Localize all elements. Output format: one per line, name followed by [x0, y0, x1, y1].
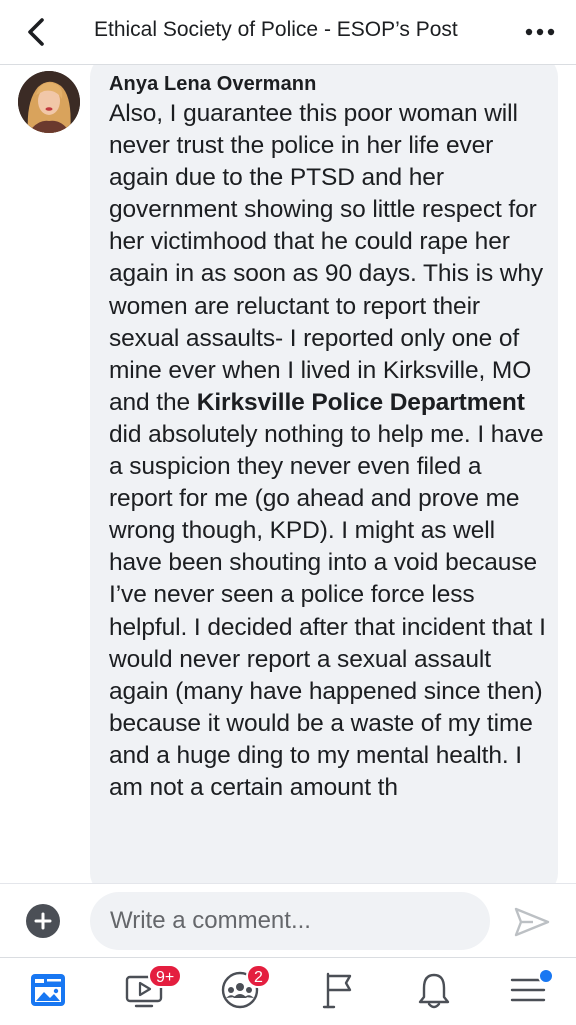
chevron-left-icon: [28, 18, 44, 46]
more-options-button[interactable]: [520, 16, 560, 48]
avatar-image: [18, 71, 80, 133]
comment-text-part: Also, I guarantee this poor woman will n…: [109, 100, 544, 416]
page-title: Ethical Society of Police - ESOP’s Post: [94, 18, 458, 41]
comment-input[interactable]: [90, 892, 490, 950]
plus-icon: [34, 912, 52, 930]
watch-badge: 9+: [148, 964, 183, 988]
news-feed-icon: [31, 974, 65, 1006]
more-horizontal-icon: [525, 28, 555, 36]
send-button[interactable]: [510, 902, 554, 942]
tab-pages[interactable]: [314, 968, 362, 1012]
add-attachment-button[interactable]: [26, 904, 60, 938]
bottom-tab-bar: 9+ 2: [0, 957, 576, 1025]
top-bar: Ethical Society of Police - ESOP’s Post: [0, 0, 576, 65]
page-mention-link[interactable]: Kirksville Police Department: [197, 389, 525, 416]
comment-text-part: did absolutely nothing to help me. I hav…: [109, 420, 546, 801]
comment-author[interactable]: Anya Lena Overmann: [109, 73, 316, 96]
avatar[interactable]: [18, 71, 80, 133]
tab-notifications[interactable]: [410, 968, 458, 1012]
comment-text: Also, I guarantee this poor woman will n…: [109, 98, 549, 804]
back-button[interactable]: [20, 16, 52, 48]
menu-notification-dot: [538, 968, 554, 984]
bell-icon: [418, 973, 450, 1009]
tab-news-feed[interactable]: [24, 968, 72, 1012]
comment-composer: [0, 883, 576, 958]
send-icon: [514, 907, 550, 937]
flag-icon: [322, 972, 352, 1009]
groups-badge: 2: [246, 964, 271, 988]
